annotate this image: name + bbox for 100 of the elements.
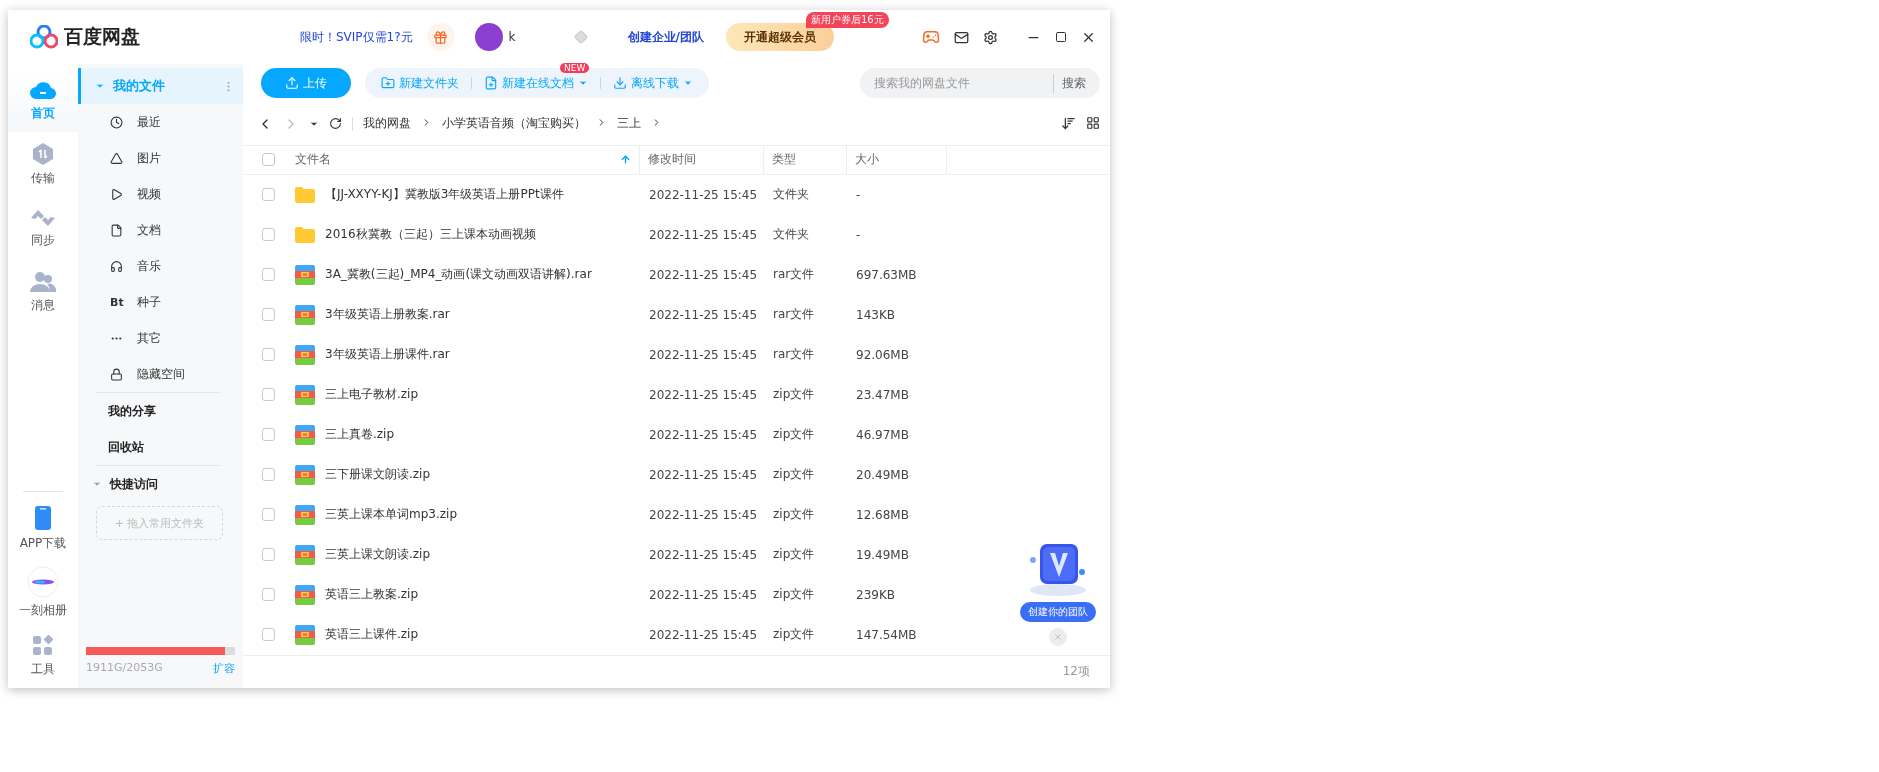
rail-label: 工具 [31, 660, 55, 678]
nav-item[interactable]: 视频 [78, 176, 243, 212]
row-checkbox[interactable] [262, 508, 275, 522]
sort-icon[interactable] [1061, 116, 1076, 132]
size-cell-text: - [855, 187, 862, 202]
rail-item[interactable]: 一刻相册 [8, 560, 78, 624]
row-checkbox[interactable] [262, 308, 275, 322]
breadcrumb-link[interactable]: 我的网盘 [363, 115, 411, 133]
search-button[interactable]: 搜索 [1053, 74, 1092, 93]
archive-icon [295, 504, 315, 525]
people-icon [30, 270, 56, 293]
team-link[interactable]: 创建企业/团队 [627, 28, 704, 46]
file-name[interactable]: 2016秋冀教（三起）三上课本动画视频 [325, 226, 536, 244]
mountain-icon [110, 151, 123, 165]
nav-item[interactable]: 隐藏空间 [78, 356, 243, 392]
tools-icon [32, 634, 54, 657]
rail-item[interactable]: 消息 [8, 260, 78, 324]
archive-icon [295, 304, 315, 325]
gamepad-icon[interactable] [922, 28, 940, 46]
rail-item[interactable]: 传输 [8, 132, 78, 196]
file-name[interactable]: 三英上课本单词mp3.zip [325, 506, 457, 524]
folder-icon [295, 226, 315, 243]
column-header[interactable]: 修改时间 [639, 145, 763, 174]
size-cell-text: 46.97MB [855, 427, 910, 442]
file-name[interactable]: 三上电子教材.zip [325, 386, 419, 404]
archive-icon [295, 264, 315, 285]
file-name[interactable]: 三下册课文朗读.zip [325, 466, 431, 484]
nav-link[interactable]: 我的分享 [78, 393, 243, 429]
avatar[interactable] [474, 23, 503, 51]
size-cell-text: 19.49MB [855, 547, 910, 562]
user-name[interactable]: k [508, 30, 516, 44]
file-name[interactable]: 【JJ-XXYY-KJ】冀教版3年级英语上册PPt课件 [325, 186, 564, 204]
column-header[interactable]: 文件名 [279, 145, 639, 174]
file-name[interactable]: 三英上课文朗读.zip [325, 546, 431, 564]
clock-icon [110, 115, 123, 129]
settings-icon[interactable] [983, 29, 998, 45]
rail-item[interactable]: 工具 [8, 624, 78, 688]
storage-reading: 1911G/2053G [86, 661, 163, 676]
rail-label: 传输 [31, 169, 55, 187]
nav-item[interactable]: 图片 [78, 140, 243, 176]
new-badge: NEW [560, 63, 590, 73]
maximize-icon[interactable] [1055, 31, 1067, 43]
nav-item[interactable]: 其它 [78, 320, 243, 356]
column-header[interactable]: 大小 [846, 145, 946, 174]
type-cell-text: zip文件 [772, 506, 816, 524]
nav-item[interactable]: Bt 种子 [78, 284, 243, 320]
row-checkbox[interactable] [262, 428, 275, 442]
column-header[interactable]: 类型 [763, 145, 846, 174]
nav-item[interactable]: 最近 [78, 104, 243, 140]
breadcrumb-link[interactable]: 小学英语音频（淘宝购买） [442, 115, 586, 133]
file-name[interactable]: 3年级英语上册课件.rar [325, 346, 450, 364]
document-icon [110, 223, 123, 237]
rail-label: 首页 [31, 104, 55, 122]
row-checkbox[interactable] [262, 188, 275, 202]
file-name[interactable]: 三上真卷.zip [325, 426, 395, 444]
refresh-icon[interactable] [329, 117, 342, 131]
row-checkbox[interactable] [262, 388, 275, 402]
row-checkbox[interactable] [262, 228, 275, 242]
rail-item[interactable]: 同步 [8, 196, 78, 260]
row-checkbox[interactable] [262, 588, 275, 602]
sync-icon [29, 207, 57, 228]
file-name[interactable]: 3年级英语上册教案.rar [325, 306, 450, 324]
grid-view-icon[interactable] [1086, 116, 1100, 131]
row-checkbox[interactable] [262, 348, 275, 362]
file-name[interactable]: 英语三上教案.zip [325, 586, 419, 604]
album-icon [27, 565, 59, 598]
folder-icon [295, 186, 315, 203]
breadcrumb-link[interactable]: 三上 [617, 115, 641, 133]
archive-icon [295, 584, 315, 605]
modified-cell-text: 2022-11-25 15:45 [648, 307, 759, 322]
nav-link[interactable]: 回收站 [78, 429, 243, 465]
nav-item[interactable]: 音乐 [78, 248, 243, 284]
create-team-button[interactable]: 创建你的团队 [1020, 602, 1096, 622]
mail-icon[interactable] [954, 29, 969, 45]
quick-access-item[interactable]: 快捷访问 [78, 466, 243, 502]
rail-item[interactable]: APP下载 [8, 496, 78, 560]
size-cell-text: - [855, 227, 862, 242]
size-cell-text: 12.68MB [855, 507, 910, 522]
archive-icon [295, 384, 315, 405]
nav-item[interactable]: 文档 [78, 212, 243, 248]
promo-text[interactable]: 限时！SVIP仅需1?元 [300, 28, 413, 46]
row-checkbox[interactable] [262, 548, 275, 562]
file-name[interactable]: 英语三上课件.zip [325, 626, 419, 644]
search-field[interactable]: 搜索我的网盘文件 搜索 [860, 68, 1100, 99]
type-cell-text: 文件夹 [772, 186, 810, 204]
app-name: 百度网盘 [64, 24, 140, 49]
download-icon [613, 76, 627, 91]
type-cell-text: rar文件 [772, 266, 816, 284]
gift-icon[interactable] [426, 23, 455, 51]
file-name[interactable]: 3A_冀教(三起)_MP4_动画(课文动画双语讲解).rar [325, 266, 592, 284]
row-checkbox[interactable] [262, 628, 275, 642]
row-checkbox[interactable] [262, 268, 275, 282]
type-cell-text: zip文件 [772, 386, 816, 404]
headphones-icon [110, 259, 123, 273]
select-all-checkbox[interactable] [262, 153, 275, 167]
row-checkbox[interactable] [262, 468, 275, 482]
size-cell-text: 23.47MB [855, 387, 910, 402]
modified-cell-text: 2022-11-25 15:45 [648, 267, 759, 282]
archive-icon [295, 544, 315, 565]
type-cell-text: rar文件 [772, 346, 816, 364]
